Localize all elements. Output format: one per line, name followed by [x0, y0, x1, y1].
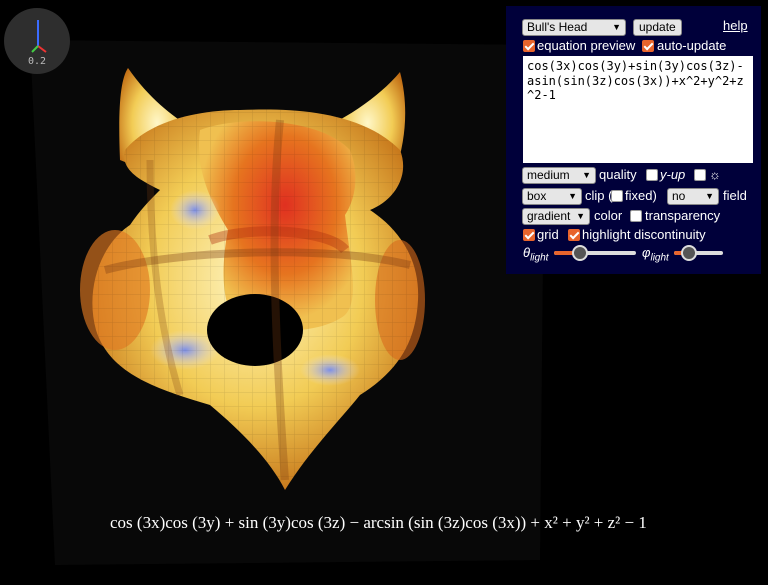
fixed-label: fixed) [625, 188, 657, 203]
chevron-down-icon: ▼ [705, 191, 714, 201]
color-label: color [594, 208, 623, 223]
control-panel: Bull's Head ▼ update help equation previe… [506, 6, 761, 274]
transparency-checkbox[interactable] [630, 210, 642, 222]
field-label: field [723, 188, 747, 203]
color-select[interactable]: gradient ▼ [522, 208, 590, 225]
clip-select[interactable]: box ▼ [522, 188, 582, 205]
grid-checkbox[interactable] [523, 229, 535, 241]
y-up-checkbox[interactable] [646, 169, 658, 181]
quality-select[interactable]: medium ▼ [522, 167, 596, 184]
clip-label: clip ( [585, 188, 613, 203]
chevron-down-icon: ▼ [568, 191, 577, 201]
y-up-label: y-up [660, 167, 686, 182]
phi-label: φlight [642, 246, 669, 266]
color-value: gradient [527, 209, 571, 223]
theta-knob[interactable] [572, 245, 588, 261]
light-checkbox[interactable] [694, 169, 706, 181]
theta-symbol: θ [523, 245, 531, 260]
auto-update-label: auto-update [657, 38, 727, 53]
preset-select[interactable]: Bull's Head ▼ [522, 19, 626, 36]
chevron-down-icon: ▼ [576, 211, 585, 221]
theta-subscript: light [530, 252, 549, 264]
equation-textarea[interactable]: cos(3x)cos(3y)+sin(3y)cos(3z)-asin(sin(3… [523, 56, 753, 163]
grid-label: grid [537, 227, 559, 242]
phi-slider[interactable] [674, 245, 723, 261]
axis-gizmo[interactable]: 0.2 [4, 8, 70, 74]
fixed-checkbox[interactable] [611, 190, 623, 202]
help-link[interactable]: help [723, 18, 748, 33]
chevron-down-icon: ▼ [612, 22, 621, 32]
preset-value: Bull's Head [527, 20, 588, 34]
auto-update-checkbox[interactable] [642, 40, 654, 52]
phi-knob[interactable] [681, 245, 697, 261]
zoom-label: 0.2 [27, 56, 47, 67]
field-value: no [672, 189, 686, 203]
theta-label: θlight [523, 246, 548, 266]
clip-value: box [527, 189, 547, 203]
equation-preview-checkbox[interactable] [523, 40, 535, 52]
transparency-label: transparency [645, 208, 721, 223]
chevron-down-icon: ▼ [582, 170, 591, 180]
field-select[interactable]: no ▼ [667, 188, 719, 205]
discontinuity-checkbox[interactable] [568, 229, 580, 241]
sun-icon: ☼ [709, 167, 721, 182]
discontinuity-label: highlight discontinuity [582, 227, 706, 242]
rendered-formula: cos (3x)cos (3y) + sin (3y)cos (3z) − ar… [110, 513, 647, 532]
equation-preview-label: equation preview [537, 38, 636, 53]
quality-value: medium [527, 168, 570, 182]
quality-label: quality [599, 167, 637, 182]
theta-slider[interactable] [554, 245, 636, 261]
update-button[interactable]: update [633, 19, 682, 36]
phi-subscript: light [650, 252, 669, 264]
